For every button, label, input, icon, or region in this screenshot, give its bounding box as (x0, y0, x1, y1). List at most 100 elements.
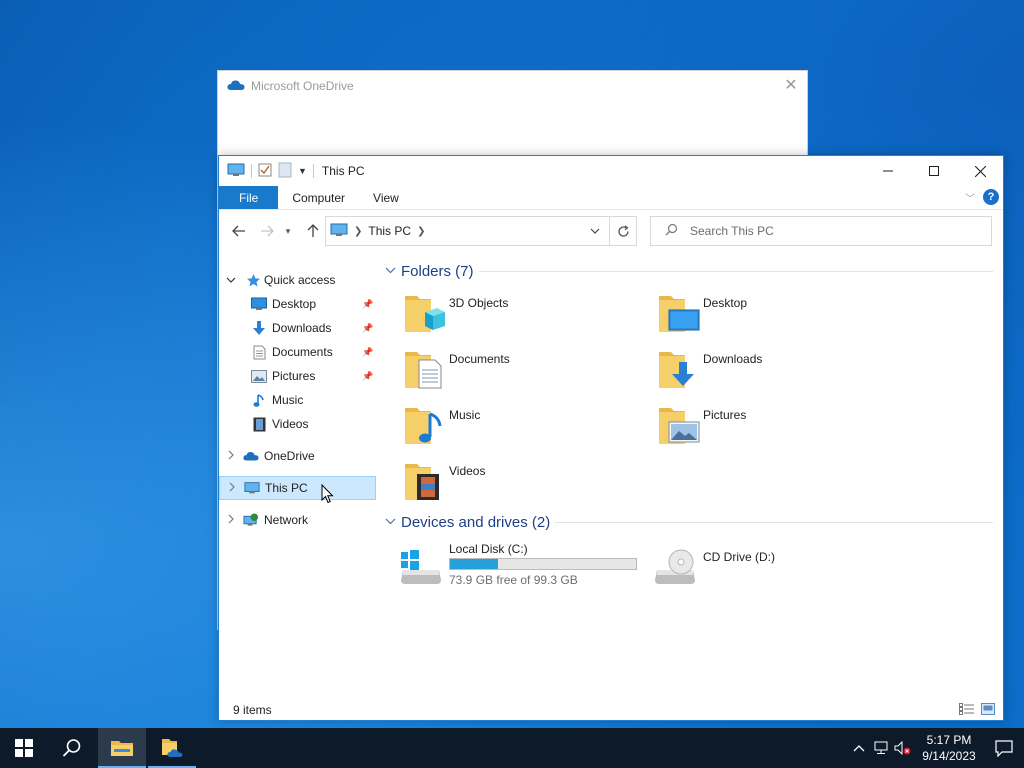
explorer-titlebar[interactable]: ▼ This PC (219, 156, 1003, 186)
group-divider (555, 522, 993, 523)
pin-icon[interactable]: 📌 (362, 347, 373, 358)
minimize-button[interactable] (865, 156, 911, 186)
new-folder-icon[interactable] (278, 162, 292, 181)
expanded-chevron-icon[interactable] (226, 275, 236, 286)
this-pc-icon[interactable] (227, 163, 245, 180)
group-header-drives[interactable]: Devices and drives (2) (385, 511, 995, 533)
onedrive-cloud-icon (243, 448, 259, 464)
group-title: Folders (7) (401, 262, 474, 280)
breadcrumb-chevron-icon[interactable]: ❯ (354, 226, 362, 237)
group-collapse-chevron-icon[interactable] (385, 265, 399, 277)
taskbar-file-explorer[interactable] (98, 728, 146, 768)
ribbon-tabs: File Computer View ﹀ ? (219, 186, 1003, 210)
show-hidden-icons-chevron-icon[interactable] (848, 744, 870, 752)
group-collapse-chevron-icon[interactable] (385, 516, 399, 528)
nav-item-onedrive[interactable]: OneDrive (219, 444, 376, 468)
folder-pictures[interactable]: Pictures (657, 402, 897, 450)
search-box[interactable] (650, 216, 992, 246)
collapsed-chevron-icon[interactable] (226, 514, 236, 527)
folder-name: 3D Objects (449, 296, 509, 310)
windows-drive-icon (399, 546, 443, 588)
this-pc-icon (330, 223, 348, 240)
folder-music[interactable]: Music (403, 402, 643, 450)
onedrive-title: Microsoft OneDrive (251, 79, 354, 93)
start-button[interactable] (0, 728, 48, 768)
nav-item-network[interactable]: Network (219, 508, 376, 532)
forward-button[interactable] (257, 220, 277, 242)
picture-icon (251, 368, 267, 384)
nav-label: Documents (272, 345, 333, 359)
network-icon[interactable] (870, 741, 892, 755)
maximize-button[interactable] (911, 156, 957, 186)
toolbar-divider (312, 164, 314, 178)
address-row: ▾ ❯ This PC ❯ (219, 216, 1003, 246)
nav-item-videos[interactable]: Videos (219, 412, 376, 436)
breadcrumb-this-pc[interactable]: This PC (368, 224, 411, 238)
taskbar-onedrive-folder[interactable] (148, 728, 196, 768)
large-icons-view-icon[interactable] (981, 703, 995, 718)
properties-icon[interactable] (258, 163, 272, 180)
nav-item-music[interactable]: Music (219, 388, 376, 412)
onedrive-titlebar[interactable]: Microsoft OneDrive (218, 71, 807, 101)
folder-downloads[interactable]: Downloads (657, 346, 897, 394)
windows-logo-icon (15, 739, 33, 757)
drive-free-space: 73.9 GB free of 99.3 GB (449, 573, 578, 587)
drive-local-disk-c[interactable]: Local Disk (C:) 73.9 GB free of 99.3 GB (399, 542, 649, 594)
nav-item-downloads[interactable]: Downloads 📌 (219, 316, 376, 340)
close-button[interactable] (957, 156, 1003, 186)
folder-documents[interactable]: Documents (403, 346, 643, 394)
close-icon (974, 165, 986, 177)
nav-item-quick-access[interactable]: Quick access (219, 268, 376, 292)
drive-cd-d[interactable]: CD Drive (D:) (653, 542, 853, 594)
tab-computer[interactable]: Computer (278, 186, 359, 209)
pin-icon[interactable]: 📌 (362, 299, 373, 310)
folder-name: Music (449, 408, 481, 422)
arrow-left-icon (232, 225, 245, 237)
music-note-icon (251, 392, 267, 408)
status-bar: 9 items (219, 700, 1003, 720)
nav-label: Pictures (272, 369, 316, 383)
nav-label: Desktop (272, 297, 317, 311)
action-center-button[interactable] (984, 728, 1024, 768)
folder-videos[interactable]: Videos (403, 458, 643, 506)
pin-icon[interactable]: 📌 (362, 323, 373, 334)
onedrive-close-icon[interactable]: ✕ (781, 76, 801, 96)
nav-item-documents[interactable]: Documents 📌 (219, 340, 376, 364)
this-pc-icon (244, 480, 260, 496)
nav-item-pictures[interactable]: Pictures 📌 (219, 364, 376, 388)
details-view-icon[interactable] (959, 703, 975, 718)
nav-item-this-pc[interactable]: This PC (219, 476, 376, 500)
collapsed-chevron-icon[interactable] (226, 450, 236, 463)
volume-muted-icon[interactable] (892, 741, 914, 755)
clock[interactable]: 5:17 PM 9/14/2023 (914, 732, 984, 764)
nav-label: This PC (265, 481, 308, 495)
back-button[interactable] (229, 220, 249, 242)
address-bar[interactable]: ❯ This PC ❯ (325, 216, 637, 246)
refresh-button[interactable] (609, 216, 637, 246)
customize-toolbar-chevron-icon[interactable]: ▼ (298, 166, 307, 176)
help-icon[interactable]: ? (983, 189, 999, 205)
folder-desktop[interactable]: Desktop (657, 290, 897, 338)
folder-3d-objects[interactable]: 3D Objects (403, 290, 643, 338)
collapsed-chevron-icon[interactable] (227, 482, 237, 495)
nav-label: OneDrive (264, 449, 315, 463)
tab-file[interactable]: File (219, 186, 279, 209)
breadcrumb-chevron-icon[interactable]: ❯ (417, 226, 425, 237)
up-button[interactable] (303, 220, 323, 242)
recent-locations-chevron-icon[interactable]: ▾ (282, 220, 294, 242)
onedrive-cloud-icon (227, 79, 245, 94)
nav-item-desktop[interactable]: Desktop 📌 (219, 292, 376, 316)
group-header-folders[interactable]: Folders (7) (385, 260, 995, 282)
search-button[interactable] (48, 728, 96, 768)
folder-3d-objects-icon (403, 290, 447, 336)
address-dropdown-chevron-icon[interactable] (584, 217, 606, 245)
search-input[interactable] (690, 224, 970, 238)
pin-icon[interactable]: 📌 (362, 371, 373, 382)
window-controls (865, 156, 1003, 186)
tab-view[interactable]: View (359, 186, 413, 209)
drive-usage-fill (450, 559, 498, 569)
notification-icon (995, 739, 1013, 757)
folder-desktop-icon (657, 290, 701, 336)
group-divider (479, 271, 993, 272)
expand-ribbon-chevron-icon[interactable]: ﹀ (965, 190, 975, 205)
